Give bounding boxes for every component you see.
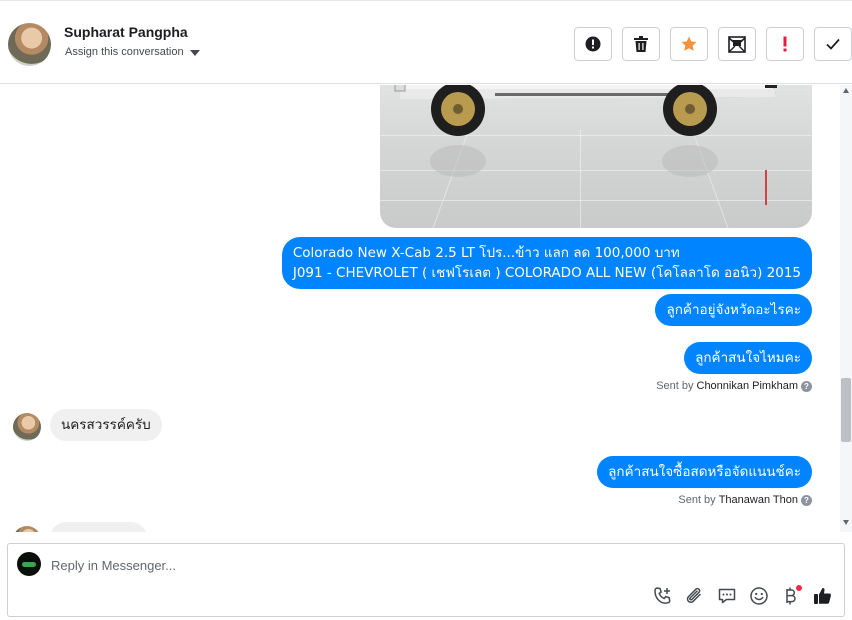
caret-down-icon [189,49,200,56]
car-photo[interactable] [380,85,812,228]
message-thread[interactable]: Colorado New X-Cab 2.5 LT โปร...ข้าว แลก… [0,85,840,532]
sender-name[interactable]: Thanawan Thon [719,494,798,506]
attach-button[interactable] [684,585,706,607]
call-button[interactable] [652,585,674,607]
payment-button[interactable] [780,585,802,607]
outgoing-message[interactable]: ลูกค้าสนใจซื้อสดหรือจัดแนนช์คะ [597,456,812,488]
conversation-header: Supharat Pangpha Assign this conversatio… [0,0,852,84]
sent-by-prefix: Sent by [678,494,716,506]
trash-icon [634,36,648,52]
emoji-button[interactable] [748,585,770,607]
like-icon [814,588,831,604]
like-button[interactable] [812,585,834,607]
help-icon[interactable]: ? [801,494,812,506]
mark-unread-button[interactable] [718,27,756,61]
spam-button[interactable] [574,27,612,61]
pickup-truck-illustration [394,85,777,205]
saved-reply-icon [718,588,736,604]
alert-circle-icon [585,36,601,52]
sent-by-label: Sent by Thanawan Thon ? [678,494,812,506]
exclamation-icon [783,36,787,52]
incoming-message[interactable]: นครสวรรค์ครับ [50,409,162,441]
scroll-down-arrow-icon[interactable] [843,520,849,525]
help-icon[interactable]: ? [801,380,812,392]
paperclip-icon [686,587,701,603]
emoji-icon [750,587,768,605]
follow-up-button[interactable] [766,27,804,61]
star-button[interactable] [670,27,708,61]
conversation-actions [574,27,852,61]
mark-unread-icon [728,35,746,53]
outgoing-message[interactable]: ลูกค้าสนใจไหมคะ [684,342,812,374]
message-line: J091 - CHEVROLET ( เชฟโรเลต ) COLORADO A… [292,265,801,281]
contact-name[interactable]: Supharat Pangpha [64,24,188,40]
assign-conversation-dropdown[interactable]: Assign this conversation [65,46,200,58]
phone-plus-icon [654,587,671,604]
customer-avatar[interactable] [13,526,41,532]
assign-label: Assign this conversation [65,46,184,58]
outgoing-message[interactable]: ลูกค้าอยู่จังหวัดอะไรคะ [655,294,812,326]
composer-tools [652,585,834,607]
contact-avatar[interactable] [8,23,51,66]
message-line: Colorado New X-Cab 2.5 LT โปร...ข้าว แลก… [292,245,680,261]
notification-dot [796,585,802,591]
scrollbar-thumb[interactable] [841,378,851,442]
saved-replies-button[interactable] [716,585,738,607]
scroll-up-arrow-icon[interactable] [843,88,849,93]
reply-composer [7,543,845,617]
check-icon [826,38,840,50]
sent-by-label: Sent by Chonnikan Pimkham ? [656,380,812,392]
outgoing-message[interactable]: Colorado New X-Cab 2.5 LT โปร...ข้าว แลก… [281,237,812,289]
page-avatar [17,552,41,576]
delete-button[interactable] [622,27,660,61]
sender-name[interactable]: Chonnikan Pimkham [697,380,799,392]
star-icon [681,36,697,51]
incoming-message-partial[interactable] [50,522,147,532]
mark-done-button[interactable] [814,27,852,61]
customer-avatar[interactable] [13,413,41,441]
thread-scrollbar[interactable] [840,85,852,532]
sent-by-prefix: Sent by [656,380,694,392]
reply-input[interactable] [51,555,811,575]
